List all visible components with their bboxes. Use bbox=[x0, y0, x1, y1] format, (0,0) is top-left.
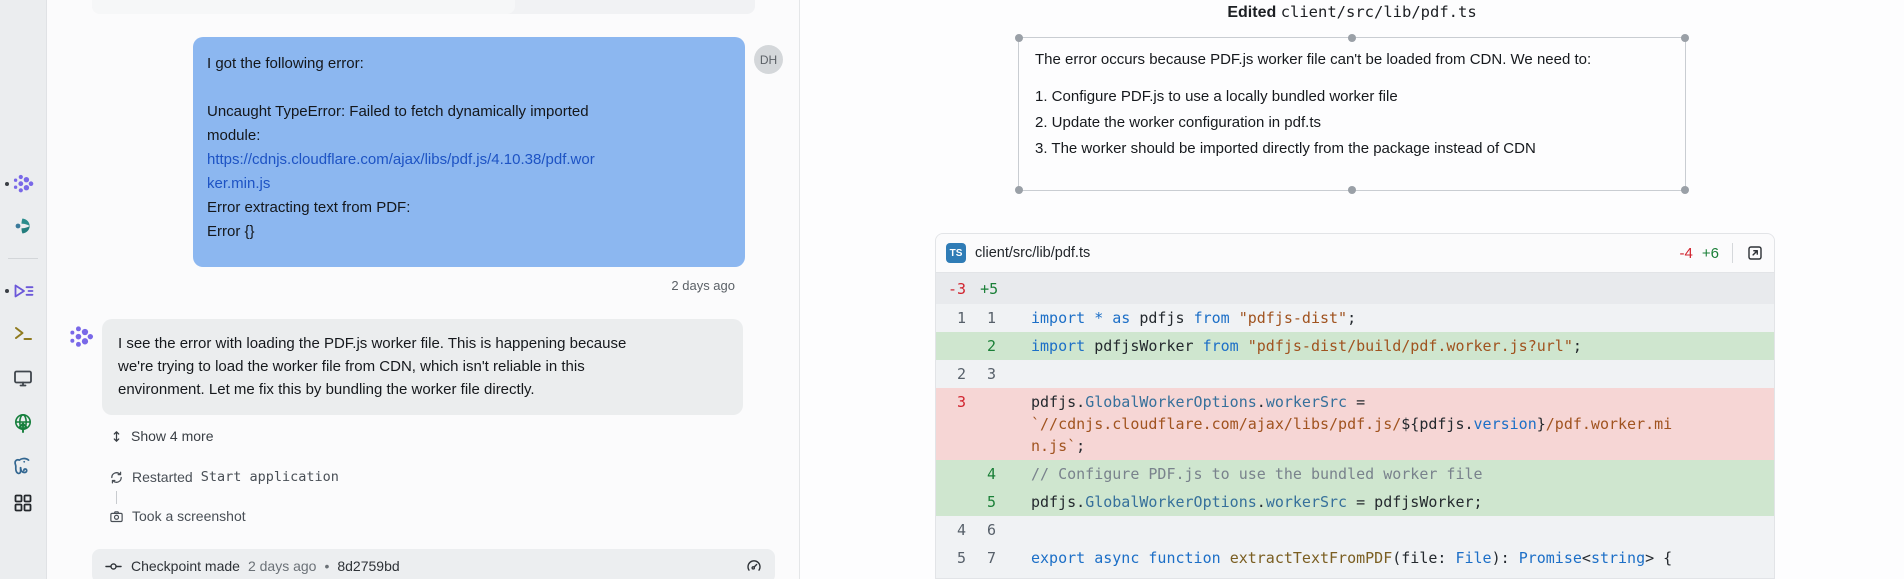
resize-handle-se[interactable] bbox=[1681, 186, 1689, 194]
tool-rail bbox=[0, 0, 47, 579]
active-dot-agent bbox=[5, 182, 9, 186]
tools-grid-icon[interactable] bbox=[10, 490, 36, 516]
action-connector-line bbox=[116, 491, 117, 504]
diff-line: 4// Configure PDF.js to use the bundled … bbox=[936, 460, 1774, 488]
diff-card: TS client/src/lib/pdf.ts -4 +6 -3 +5 11i… bbox=[935, 233, 1775, 579]
hunk-added: +5 bbox=[980, 280, 998, 298]
active-dot-workflows bbox=[5, 289, 9, 293]
user-message-bubble: I got the following error: Uncaught Type… bbox=[193, 37, 745, 267]
agent-icon[interactable] bbox=[10, 171, 36, 197]
camera-icon bbox=[109, 509, 124, 524]
restart-command: Start application bbox=[201, 469, 339, 485]
diff-line: 5pdfjs.GlobalWorkerOptions.workerSrc = p… bbox=[936, 488, 1774, 516]
note-item: 3. The worker should be imported directl… bbox=[1035, 140, 1669, 157]
diff-line: 57export async function extractTextFromP… bbox=[936, 544, 1774, 572]
show-more-button[interactable]: Show 4 more bbox=[109, 428, 213, 444]
workflows-icon[interactable] bbox=[10, 278, 36, 304]
edited-label: Edited bbox=[1227, 4, 1276, 21]
diff-hunk-header: -3 +5 bbox=[936, 273, 1774, 304]
assistant-icon[interactable] bbox=[10, 213, 36, 239]
checkpoint-time: 2 days ago bbox=[248, 558, 317, 574]
diff-added-count: +6 bbox=[1702, 245, 1719, 262]
screenshot-action-row: Took a screenshot bbox=[109, 508, 246, 524]
diff-line: 46 bbox=[936, 516, 1774, 544]
assistant-message-bubble: I see the error with loading the PDF.js … bbox=[102, 319, 743, 415]
restart-action-row: Restarted Start application bbox=[109, 469, 339, 485]
note-intro: The error occurs because PDF.js worker f… bbox=[1035, 51, 1669, 68]
note-item: 1. Configure PDF.js to use a locally bun… bbox=[1035, 88, 1669, 105]
diff-removed-count: -4 bbox=[1680, 245, 1693, 262]
edited-file-title: Edited client/src/lib/pdf.ts bbox=[800, 3, 1904, 22]
agent-avatar-icon bbox=[67, 323, 95, 351]
chat-panel: I got the following error: Uncaught Type… bbox=[47, 0, 800, 579]
user-avatar: DH bbox=[754, 45, 783, 74]
commit-icon bbox=[104, 557, 123, 576]
resize-handle-sw[interactable] bbox=[1015, 186, 1023, 194]
checkpoint-row: Checkpoint made 2 days ago • 8d2759bd bbox=[92, 549, 775, 579]
diff-file-name: client/src/lib/pdf.ts bbox=[975, 245, 1671, 261]
edited-file-path: client/src/lib/pdf.ts bbox=[1281, 3, 1477, 21]
error-url-link[interactable]: https://cdnjs.cloudflare.com/ajax/libs/p… bbox=[207, 151, 595, 192]
diff-line: 2import pdfjsWorker from "pdfjs-dist/bui… bbox=[936, 332, 1774, 360]
screenshot-label: Took a screenshot bbox=[132, 508, 246, 524]
previous-message-partial-2 bbox=[92, 0, 515, 14]
webview-icon[interactable] bbox=[10, 410, 36, 436]
typescript-file-icon: TS bbox=[946, 243, 966, 263]
restart-label: Restarted bbox=[132, 469, 193, 485]
diff-body: 11import * as pdfjs from "pdfjs-dist";2i… bbox=[936, 304, 1774, 572]
diff-header: TS client/src/lib/pdf.ts -4 +6 bbox=[936, 234, 1774, 273]
resize-handle-s[interactable] bbox=[1348, 186, 1356, 194]
show-more-label: Show 4 more bbox=[131, 428, 213, 444]
rollback-gauge-icon[interactable] bbox=[745, 557, 763, 575]
header-separator bbox=[1732, 243, 1733, 263]
diff-line: 11import * as pdfjs from "pdfjs-dist"; bbox=[936, 304, 1774, 332]
open-external-icon[interactable] bbox=[1746, 244, 1764, 262]
message-timestamp: 2 days ago bbox=[445, 278, 735, 293]
console-icon[interactable] bbox=[10, 365, 36, 391]
shell-icon[interactable] bbox=[10, 320, 36, 346]
diff-line: 23 bbox=[936, 360, 1774, 388]
editor-panel: Edited client/src/lib/pdf.ts The error o… bbox=[800, 0, 1904, 579]
diff-line: 3pdfjs.GlobalWorkerOptions.workerSrc = `… bbox=[936, 388, 1774, 460]
note-item: 2. Update the worker configuration in pd… bbox=[1035, 114, 1669, 131]
rail-divider bbox=[8, 258, 38, 259]
resize-handle-n[interactable] bbox=[1348, 34, 1356, 42]
refresh-icon bbox=[109, 470, 124, 485]
annotation-note-box[interactable]: The error occurs because PDF.js worker f… bbox=[1018, 37, 1686, 191]
resize-handle-nw[interactable] bbox=[1015, 34, 1023, 42]
resize-handle-ne[interactable] bbox=[1681, 34, 1689, 42]
checkpoint-label: Checkpoint made bbox=[131, 558, 240, 574]
checkpoint-hash: 8d2759bd bbox=[337, 558, 399, 574]
hunk-removed: -3 bbox=[948, 280, 966, 298]
app-window: I got the following error: Uncaught Type… bbox=[0, 0, 1904, 579]
expand-vertical-icon bbox=[109, 429, 124, 444]
checkpoint-separator: • bbox=[324, 558, 329, 574]
database-icon[interactable] bbox=[10, 454, 36, 480]
